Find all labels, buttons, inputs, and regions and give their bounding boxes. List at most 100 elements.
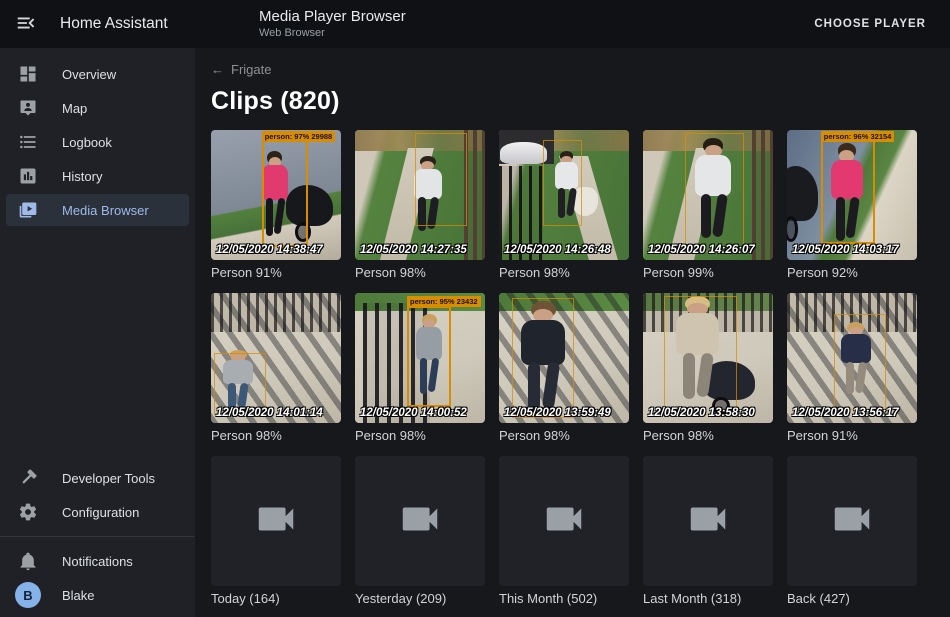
- clip-timestamp: 12/05/2020 14:27:35: [360, 244, 485, 256]
- sidebar-item-label: Logbook: [62, 135, 112, 150]
- clip-card[interactable]: 12/05/2020 13:59:49Person 98%: [499, 293, 629, 443]
- folder-label: Back (427): [787, 591, 917, 606]
- clip-card[interactable]: 12/05/2020 14:27:35Person 98%: [355, 130, 485, 280]
- detection-bbox: [821, 140, 876, 244]
- clip-timestamp: 12/05/2020 13:58:30: [648, 407, 773, 419]
- video-icon: [541, 496, 587, 547]
- folder-card[interactable]: This Month (502): [499, 456, 629, 606]
- sidebar-item-label: Configuration: [62, 505, 139, 520]
- clip-thumbnail: 12/05/2020 13:58:30: [643, 293, 773, 423]
- hammer-icon: [18, 468, 38, 488]
- sidebar-item-media-browser[interactable]: Media Browser: [6, 194, 189, 226]
- cog-icon: [18, 502, 38, 522]
- video-icon: [253, 496, 299, 547]
- breadcrumb-back[interactable]: ← Frigate: [211, 62, 271, 77]
- sidebar-item-history[interactable]: History: [6, 160, 189, 192]
- clip-card[interactable]: person: 95% 23432 12/05/2020 14:00:52 Pers…: [355, 293, 485, 443]
- clip-label: Person 99%: [643, 265, 773, 280]
- clip-thumbnail: 12/05/2020 14:26:07: [643, 130, 773, 260]
- clip-label: Person 91%: [787, 428, 917, 443]
- detection-bbox: [407, 306, 451, 407]
- clip-label: Person 91%: [211, 265, 341, 280]
- detection-tag: person: 95% 23432: [407, 296, 481, 307]
- sidebar-item-overview[interactable]: Overview: [6, 58, 189, 90]
- menu-open-icon[interactable]: [14, 12, 38, 36]
- detection-bbox: [415, 133, 467, 227]
- folder-card[interactable]: Yesterday (209): [355, 456, 485, 606]
- panel-header: Media Player Browser Web Browser: [195, 8, 806, 41]
- folder-label: Today (164): [211, 591, 341, 606]
- folder-label: This Month (502): [499, 591, 629, 606]
- app-title: Home Assistant: [60, 15, 168, 33]
- clip-card[interactable]: person: 96% 3215412/05/2020 14:03:17Pers…: [787, 130, 917, 280]
- sidebar-item-label: Overview: [62, 67, 116, 82]
- clip-thumbnail: person: 97% 2998812/05/2020 14:38:47: [211, 130, 341, 260]
- clip-label: Person 98%: [211, 428, 341, 443]
- sidebar-item-notifications[interactable]: Notifications: [6, 545, 189, 577]
- sidebar-item-developer-tools[interactable]: Developer Tools: [6, 462, 189, 494]
- clip-thumbnail: 12/05/2020 14:01:14: [211, 293, 341, 423]
- choose-player-button[interactable]: CHOOSE PLAYER: [806, 10, 934, 38]
- clip-thumbnail: 12/05/2020 14:26:48: [499, 130, 629, 260]
- detection-bbox: [834, 314, 886, 410]
- stroller-shape: [787, 166, 818, 241]
- clip-card[interactable]: 12/05/2020 13:56:17 Person 91%: [787, 293, 917, 443]
- folder-label: Yesterday (209): [355, 591, 485, 606]
- sidebar-item-label: Map: [62, 101, 87, 116]
- clip-thumbnail: person: 96% 32154 12/05/2020 14:03:17: [787, 130, 917, 260]
- chart-box-icon: [18, 166, 38, 186]
- detection-bbox: [685, 133, 745, 253]
- clip-thumbnail: person: 95% 23432 12/05/2020 14:00:52: [355, 293, 485, 423]
- folder-thumbnail: [355, 456, 485, 586]
- clip-timestamp: 12/05/2020 14:03:17: [792, 244, 917, 256]
- clip-card[interactable]: 12/05/2020 14:01:14 Person 98%: [211, 293, 341, 443]
- video-icon: [829, 496, 875, 547]
- folder-label: Last Month (318): [643, 591, 773, 606]
- scene-car: [500, 142, 547, 164]
- media-grid: person: 97% 2998812/05/2020 14:38:47 Pers…: [211, 130, 934, 606]
- detection-tag: person: 96% 32154: [821, 131, 895, 142]
- clip-timestamp: 12/05/2020 13:56:17: [792, 407, 917, 419]
- avatar: B: [15, 582, 41, 608]
- clip-card[interactable]: 12/05/2020 14:26:07 Person 99%: [643, 130, 773, 280]
- clip-timestamp: 12/05/2020 14:38:47: [216, 244, 341, 256]
- sidebar-item-logbook[interactable]: Logbook: [6, 126, 189, 158]
- bell-icon: [18, 551, 38, 571]
- folder-card[interactable]: Back (427): [787, 456, 917, 606]
- panel-title: Media Player Browser: [259, 8, 806, 27]
- video-icon: [397, 496, 443, 547]
- clip-timestamp: 12/05/2020 13:59:49: [504, 407, 629, 419]
- detection-bbox: [262, 133, 309, 247]
- main-content: ← Frigate Clips (820) person: 97% 299881…: [195, 48, 950, 617]
- folder-card[interactable]: Today (164): [211, 456, 341, 606]
- sidebar-item-label: History: [62, 169, 102, 184]
- sidebar-footer: Developer Tools Configuration Notificatio…: [0, 460, 195, 617]
- breadcrumb-label: Frigate: [231, 62, 271, 77]
- clip-card[interactable]: 12/05/2020 13:58:30 Person 98%: [643, 293, 773, 443]
- clip-timestamp: 12/05/2020 14:00:52: [360, 407, 485, 419]
- clip-timestamp: 12/05/2020 14:26:48: [504, 244, 629, 256]
- topbar-left: Home Assistant: [0, 12, 195, 36]
- folder-thumbnail: [499, 456, 629, 586]
- sidebar-item-user[interactable]: B Blake: [6, 579, 189, 611]
- clip-label: Person 98%: [499, 265, 629, 280]
- sidebar-item-configuration[interactable]: Configuration: [6, 496, 189, 528]
- clip-label: Person 98%: [643, 428, 773, 443]
- folder-card[interactable]: Last Month (318): [643, 456, 773, 606]
- user-name: Blake: [62, 588, 95, 603]
- sidebar-nav: Overview Map Logbook History Media Browser: [0, 56, 195, 228]
- clip-card[interactable]: 12/05/2020 14:26:48 Person 98%: [499, 130, 629, 280]
- detection-bbox: [512, 298, 574, 418]
- scene-railing-right: [752, 130, 773, 260]
- folder-thumbnail: [643, 456, 773, 586]
- clip-card[interactable]: person: 97% 2998812/05/2020 14:38:47 Pers…: [211, 130, 341, 280]
- sidebar-item-map[interactable]: Map: [6, 92, 189, 124]
- clip-thumbnail: 12/05/2020 14:27:35: [355, 130, 485, 260]
- top-bar: Home Assistant Media Player Browser Web …: [0, 0, 950, 48]
- clip-label: Person 98%: [355, 428, 485, 443]
- clip-thumbnail: 12/05/2020 13:59:49: [499, 293, 629, 423]
- video-icon: [685, 496, 731, 547]
- clip-timestamp: 12/05/2020 14:26:07: [648, 244, 773, 256]
- page-title: Clips (820): [211, 87, 934, 116]
- detection-bbox: [664, 296, 737, 416]
